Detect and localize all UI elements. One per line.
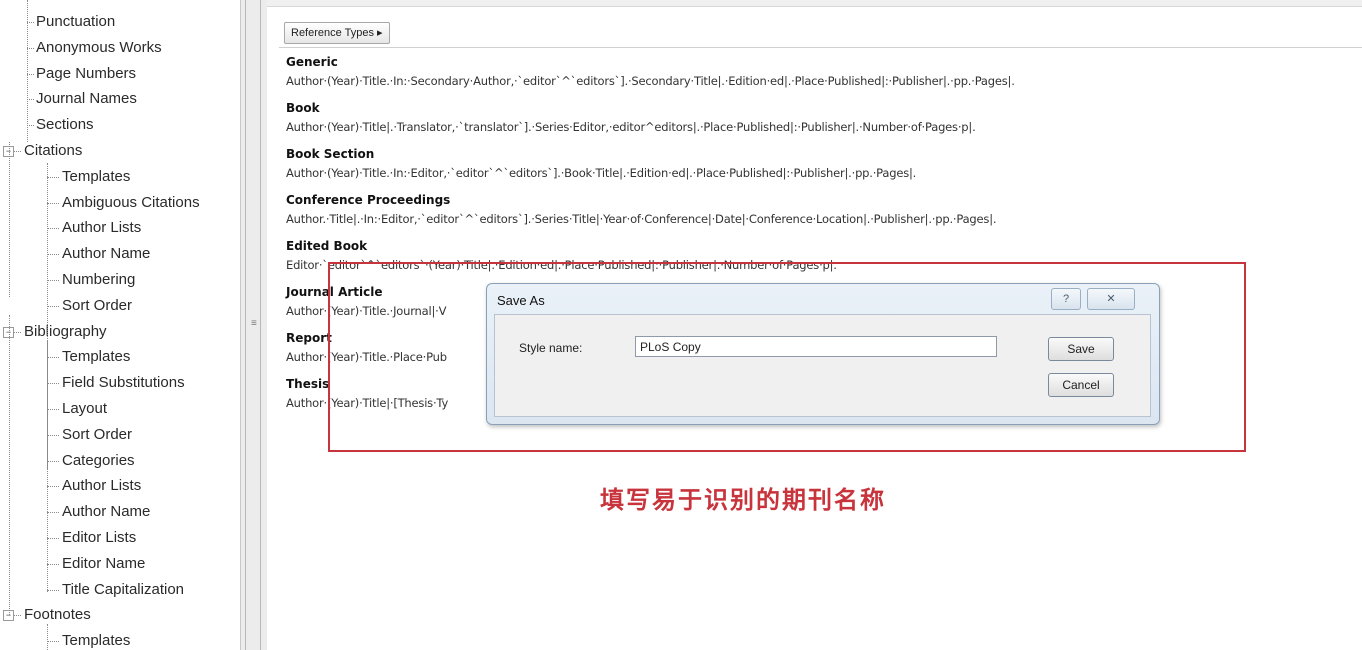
reference-type-template[interactable]: Author.·Title|.·In:·Editor,·`editor`^`ed… — [286, 212, 997, 226]
tree-item-label: Journal Names — [36, 90, 137, 107]
dialog-title: Save As — [497, 293, 545, 308]
reference-type-heading: Report — [286, 331, 332, 345]
tree-item-label: Footnotes — [24, 606, 91, 623]
save-button[interactable]: Save — [1048, 337, 1114, 361]
reference-type-heading: Conference Proceedings — [286, 193, 451, 207]
tree-item-label: Author Lists — [62, 219, 142, 236]
tree-item-label: Citations — [24, 142, 83, 159]
reference-type-template[interactable]: Author·(Year)·Title.·In:·Editor,·`editor… — [286, 166, 916, 180]
splitter-line — [245, 0, 246, 650]
tree-item-label: Layout — [62, 400, 108, 417]
tree-item-label: Title Capitalization — [62, 581, 184, 598]
tree-connector — [47, 564, 59, 565]
save-as-dialog: Save As ? ✕ Style name: Save Cancel — [486, 283, 1160, 425]
tree-connector — [27, 48, 34, 49]
splitter-line — [260, 0, 261, 650]
reference-types-button[interactable]: Reference Types ▸ — [284, 22, 390, 44]
tree-item-label: Field Substitutions — [62, 374, 185, 391]
tree-connector — [47, 486, 59, 487]
tree-item-label: Page Numbers — [36, 65, 137, 82]
annotation-caption: 填写易于识别的期刊名称 — [600, 486, 886, 514]
style-tree: Punctuation Anonymous Works Page Numbers Jo… — [0, 0, 240, 650]
tree-item-label: Categories — [62, 452, 135, 469]
reference-type-heading: Thesis — [286, 377, 330, 391]
tree-item-label: Sort Order — [62, 297, 133, 314]
tree-item-label: Sort Order — [62, 426, 133, 443]
reference-type-template[interactable]: Author·(Year)·Title.·In:·Secondary·Autho… — [286, 74, 1015, 88]
tree-connector — [27, 22, 34, 23]
splitter-grip-icon[interactable]: ≡ — [251, 318, 257, 329]
tree-item-label: Author Name — [62, 503, 151, 520]
tree-connector — [47, 357, 59, 358]
reference-type-heading: Book — [286, 101, 320, 115]
tree-connector — [47, 590, 59, 591]
tree-connector — [47, 435, 59, 436]
tree-connector — [14, 615, 21, 616]
style-name-label: Style name: — [519, 341, 583, 355]
tree-connector — [47, 512, 59, 513]
toolbar-divider — [279, 47, 1362, 48]
tree-item-label: Bibliography — [24, 323, 107, 340]
tree-connector — [27, 99, 34, 100]
tree-item-label: Punctuation — [36, 13, 116, 30]
tree-item-label: Numbering — [62, 271, 136, 288]
tree-guide-line — [47, 340, 48, 592]
tree-connector — [47, 228, 59, 229]
reference-type-heading: Generic — [286, 55, 338, 69]
tree-connector — [47, 203, 59, 204]
tree-connector — [27, 125, 34, 126]
reference-type-template[interactable]: Author·(Year)·Title|.·Translator,·`trans… — [286, 120, 976, 134]
tree-item-label: Templates — [62, 348, 131, 365]
tree-guide-line — [47, 624, 48, 650]
tree-connector — [47, 461, 59, 462]
reference-type-heading: Edited Book — [286, 239, 368, 253]
tree-item-label: Templates — [62, 168, 131, 185]
close-button[interactable]: ✕ — [1087, 288, 1135, 310]
top-strip — [267, 0, 1362, 7]
tree-connector — [14, 151, 21, 152]
tree-guide-line — [9, 315, 10, 615]
tree-connector — [47, 641, 59, 642]
tree-connector — [47, 254, 59, 255]
tree-item-label: Editor Name — [62, 555, 146, 572]
help-button[interactable]: ? — [1051, 288, 1081, 310]
tree-connector — [14, 332, 21, 333]
tree-connector — [47, 409, 59, 410]
pane-splitter[interactable]: ≡ — [240, 0, 268, 650]
tree-guide-line — [9, 142, 10, 297]
tree-item-label: Sections — [36, 116, 94, 133]
tree-guide-line — [27, 0, 28, 142]
dialog-body: Style name: Save Cancel — [494, 314, 1151, 417]
tree-item-label: Anonymous Works — [36, 39, 162, 56]
close-icon: ✕ — [1106, 293, 1116, 305]
tree-connector — [47, 538, 59, 539]
tree-item-label: Ambiguous Citations — [62, 194, 200, 211]
style-name-input[interactable] — [635, 336, 997, 357]
tree-connector — [27, 74, 34, 75]
tree-connector — [47, 280, 59, 281]
tree-connector — [47, 177, 59, 178]
reference-type-heading: Book Section — [286, 147, 375, 161]
tree-connector — [47, 306, 59, 307]
cancel-button[interactable]: Cancel — [1048, 373, 1114, 397]
tree-item-label: Editor Lists — [62, 529, 137, 546]
tree-item-label: Templates — [62, 632, 131, 649]
tree-item-label: Author Name — [62, 245, 151, 262]
tree-item-label: Author Lists — [62, 477, 142, 494]
tree-connector — [47, 383, 59, 384]
help-icon: ? — [1062, 293, 1070, 305]
